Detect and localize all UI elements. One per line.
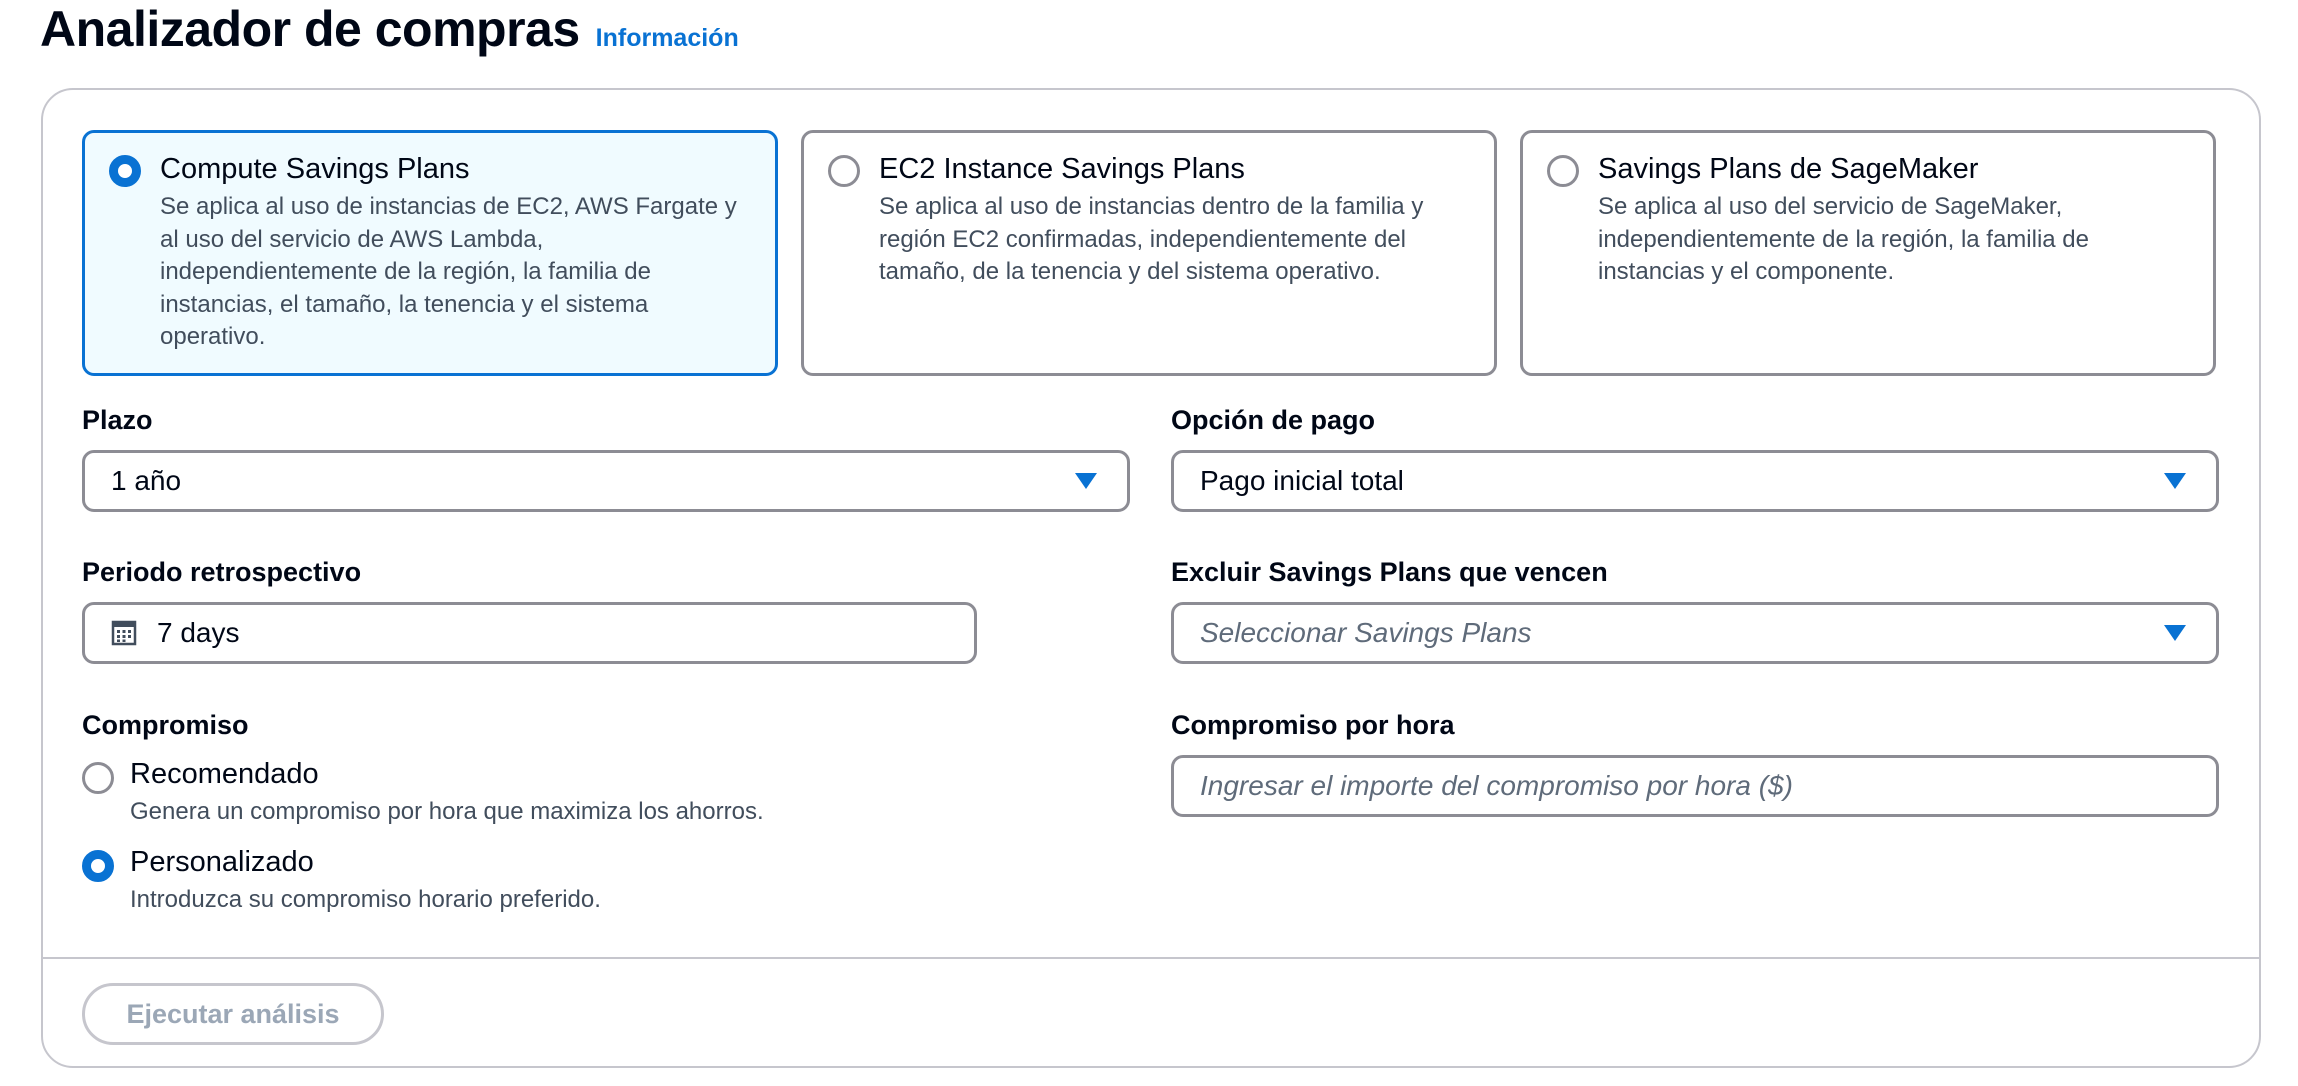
plan-radio-compute[interactable]: [109, 155, 141, 187]
plan-tile-sagemaker[interactable]: Savings Plans de SageMaker Se aplica al …: [1520, 130, 2216, 376]
plan-tile-ec2-instance[interactable]: EC2 Instance Savings Plans Se aplica al …: [801, 130, 1497, 376]
lookback-label: Periodo retrospectivo: [82, 557, 362, 587]
commitment-option-label: Personalizado: [130, 846, 314, 878]
plan-tile-compute[interactable]: Compute Savings Plans Se aplica al uso d…: [82, 130, 778, 376]
plan-tile-title: Compute Savings Plans: [160, 153, 470, 185]
info-link[interactable]: Información: [596, 24, 739, 53]
plan-tile-title: EC2 Instance Savings Plans: [879, 153, 1245, 185]
footer-divider: [41, 957, 2261, 959]
caret-down-icon: [1075, 473, 1097, 489]
commitment-radio-custom[interactable]: [82, 850, 114, 882]
commitment-option-description: Introduzca su compromiso horario preferi…: [130, 886, 601, 913]
exclude-expiring-select[interactable]: Seleccionar Savings Plans: [1171, 602, 2219, 664]
term-select[interactable]: 1 año: [82, 450, 1130, 512]
plan-radio-sagemaker[interactable]: [1547, 155, 1579, 187]
commitment-option-description: Genera un compromiso por hora que maximi…: [130, 798, 764, 825]
exclude-expiring-label: Excluir Savings Plans que vencen: [1171, 557, 1608, 587]
plan-tile-description: Se aplica al uso de instancias de EC2, A…: [160, 193, 737, 350]
hourly-commitment-label: Compromiso por hora: [1171, 710, 1455, 740]
calendar-icon: [111, 620, 137, 646]
commitment-radio-recommended[interactable]: [82, 762, 114, 794]
caret-down-icon: [2164, 473, 2186, 489]
term-label: Plazo: [82, 405, 153, 435]
hourly-commitment-placeholder: Ingresar el importe del compromiso por h…: [1200, 770, 1793, 801]
term-select-value: 1 año: [111, 465, 182, 496]
plan-tile-description: Se aplica al uso de instancias dentro de…: [879, 193, 1424, 285]
payment-option-select[interactable]: Pago inicial total: [1171, 450, 2219, 512]
hourly-commitment-input[interactable]: Ingresar el importe del compromiso por h…: [1171, 755, 2219, 817]
exclude-expiring-placeholder: Seleccionar Savings Plans: [1200, 617, 1532, 648]
page-title: Analizador de compras: [40, 1, 580, 57]
payment-option-label: Opción de pago: [1171, 405, 1376, 435]
lookback-value: 7 days: [157, 617, 240, 648]
caret-down-icon: [2164, 625, 2186, 641]
page-header: Analizador de compras Información: [40, 0, 739, 58]
plan-tile-title: Savings Plans de SageMaker: [1598, 153, 1979, 185]
lookback-date-picker[interactable]: 7 days: [82, 602, 977, 664]
payment-option-value: Pago inicial total: [1200, 465, 1404, 496]
commitment-label: Compromiso: [82, 710, 249, 740]
plan-tile-description: Se aplica al uso del servicio de SageMak…: [1598, 193, 2090, 285]
commitment-option-label: Recomendado: [130, 758, 319, 790]
run-analysis-button[interactable]: Ejecutar análisis: [82, 983, 384, 1045]
plan-radio-ec2-instance[interactable]: [828, 155, 860, 187]
